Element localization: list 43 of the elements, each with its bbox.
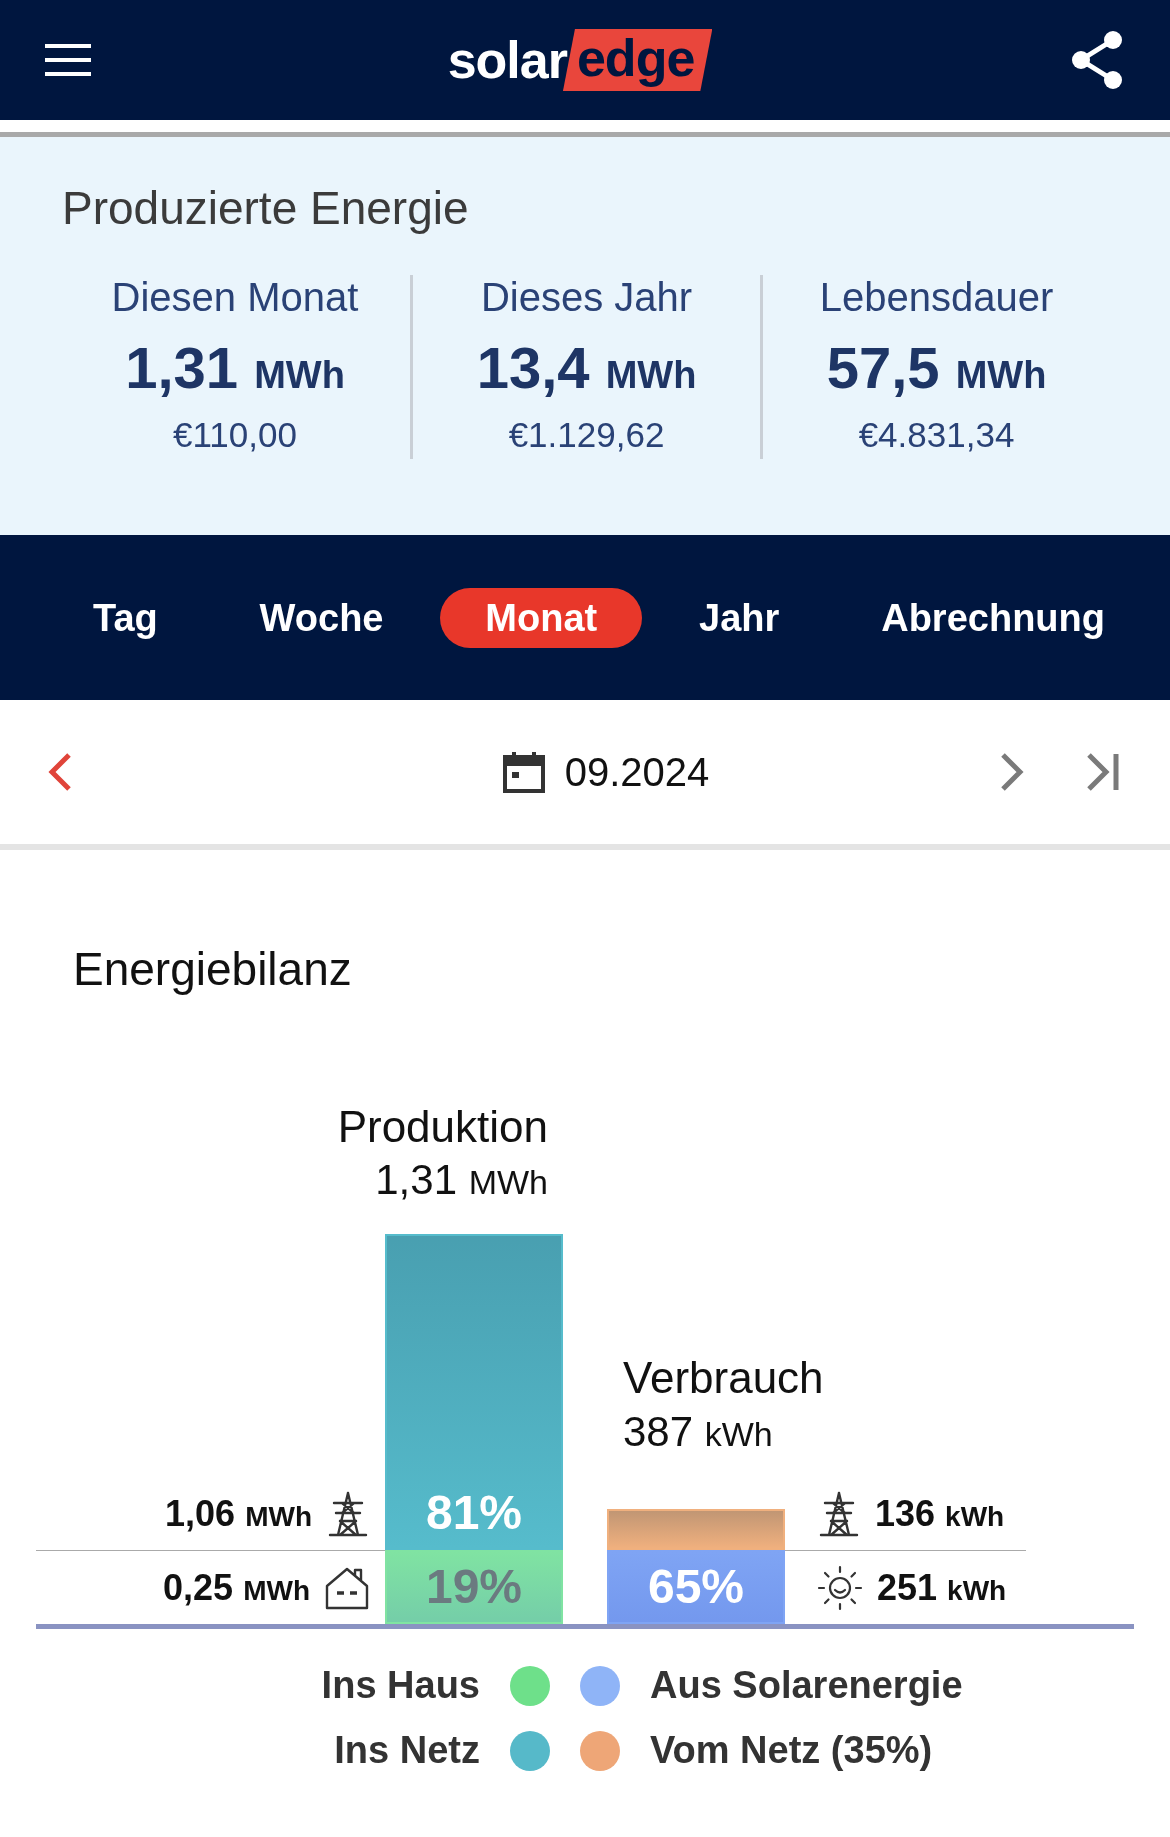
calendar-icon[interactable] (502, 751, 545, 793)
sun-icon (817, 1565, 863, 1611)
period-tab[interactable]: Abrechnung (836, 587, 1150, 648)
section-title: Produzierte Energie (62, 181, 470, 235)
chart-title: Produktion (337, 1102, 548, 1152)
period-label: Lebensdauer (819, 275, 1054, 320)
period-tab[interactable]: Jahr (654, 587, 825, 648)
chart-title: Verbrauch (623, 1353, 824, 1403)
legend-label: Aus Solarenergie (650, 1664, 964, 1707)
energy-value: 1,31 MWh (125, 334, 345, 401)
previous-icon[interactable] (48, 752, 72, 792)
energy-value: 13,4 MWh (476, 334, 697, 401)
menu-icon[interactable] (45, 43, 91, 77)
section-title: Energiebilanz (73, 942, 353, 996)
period-tab[interactable]: Woche (214, 587, 429, 648)
legend-label: Vom Netz (35%) (650, 1729, 934, 1772)
period-tab[interactable]: Monat (440, 587, 643, 648)
money-value: €110,00 (173, 415, 297, 455)
period-label: Diesen Monat (111, 275, 359, 320)
money-value: €1.129,62 (508, 415, 665, 455)
production-value: 1,31 MWh (375, 1156, 548, 1204)
flow-value: 1,06 MWh (165, 1493, 312, 1535)
tower-icon (326, 1491, 370, 1537)
percent-label: 65% (647, 1559, 745, 1614)
next-icon[interactable] (1000, 752, 1024, 792)
tower-icon (817, 1491, 861, 1537)
share-icon[interactable] (1069, 30, 1125, 90)
date-label: 09.2024 (564, 749, 710, 795)
house-icon (324, 1566, 370, 1610)
legend-label: Ins Netz (333, 1729, 480, 1772)
percent-label: 19% (425, 1559, 523, 1614)
energy-value: 57,5 MWh (826, 334, 1047, 401)
logo: solar edge (447, 29, 713, 91)
flow-value: 0,25 MWh (163, 1567, 310, 1609)
period-label: Dieses Jahr (480, 275, 693, 320)
flow-value: 136 kWh (875, 1493, 1005, 1535)
legend-label: Ins Haus (320, 1664, 480, 1707)
flow-value: 251 kWh (877, 1567, 1007, 1609)
percent-label: 81% (425, 1485, 523, 1540)
period-tab[interactable]: Tag (48, 587, 203, 648)
consumption-value: 387 kWh (623, 1408, 773, 1456)
last-icon[interactable] (1086, 752, 1120, 792)
money-value: €4.831,34 (858, 415, 1015, 455)
